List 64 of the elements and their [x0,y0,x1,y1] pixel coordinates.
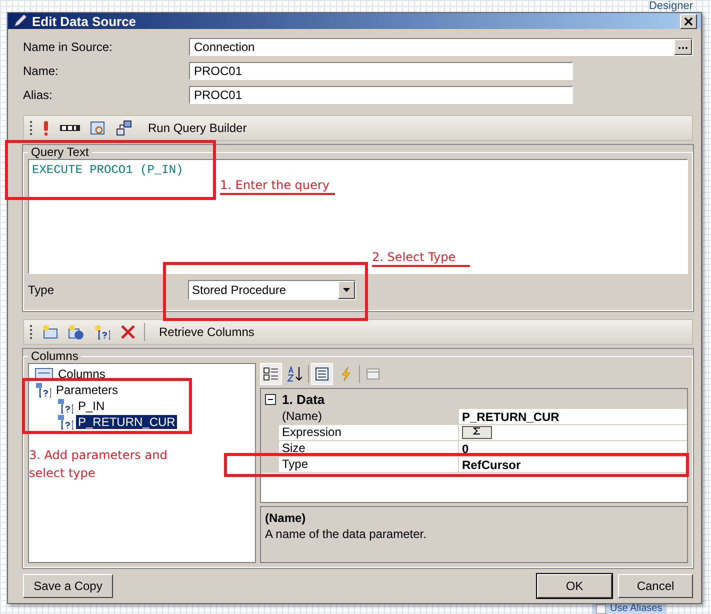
input-field[interactable]: PROC01 [189,62,573,80]
exclamation-icon [42,120,50,136]
pencil-icon [12,13,28,29]
connected-boxes-icon [116,120,132,136]
calculated-column-icon [68,324,84,340]
field-label: Name in Source: [23,40,114,54]
collapse-toggle-icon[interactable] [265,394,276,404]
sql-button[interactable] [58,122,82,134]
add-parameter-button[interactable] [92,324,112,340]
window-title: Edit Data Source [32,14,138,28]
browse-button[interactable] [674,39,692,55]
category-title: 1. Data [282,392,325,406]
sort-alphabetical-icon [287,366,303,382]
type-dropdown[interactable]: Stored Procedure [188,280,356,300]
description-title: (Name) [265,511,307,525]
tree-item[interactable]: P_RETURN_CUR [76,415,178,429]
sigma-icon [473,427,481,435]
ellipsis-icon [678,46,688,50]
type-label: Type [28,283,56,297]
property-name: Expression [279,425,459,441]
run-query-builder-button[interactable]: Run Query Builder [140,121,255,135]
tree-item[interactable]: P_IN [76,399,107,413]
new-column-icon [42,324,58,340]
close-icon [684,16,693,26]
columns-icon [35,368,53,380]
checkbox-label: Use Aliases [610,604,662,614]
categorized-list-icon [263,366,279,382]
input-field[interactable]: PROC01 [189,86,573,104]
add-calculated-column-button[interactable] [66,324,86,340]
dialog-button[interactable]: Cancel [618,574,693,598]
save-copy-button[interactable]: Save a Copy [23,574,113,598]
new-parameter-icon [94,324,110,340]
window-magnifier-icon [90,120,106,136]
parameter-icon [57,414,73,430]
close-button[interactable] [680,14,697,28]
tree-item[interactable]: Columns [56,367,108,381]
delete-button[interactable] [118,324,138,340]
expression-button[interactable] [462,426,492,439]
query-builder-button[interactable] [114,120,134,136]
description-text: A name of the data parameter. [265,527,428,541]
group-title: Columns [30,349,80,363]
properties-button[interactable] [311,363,333,385]
input-field[interactable]: Connection [189,38,693,56]
dropdown-arrow-icon [343,288,350,292]
parameter-icon [57,398,73,414]
background-header-text: Designer [648,0,693,12]
categorized-button[interactable] [260,363,282,385]
add-column-button[interactable] [40,324,60,340]
annotation-text: 3. Add parameters and select type [29,447,168,482]
parameter-icon [35,382,51,398]
window-icon [365,366,381,382]
property-name: Type [279,457,459,473]
group-title: Query Text [30,145,90,159]
annotation-text: 2. Select Type [372,250,470,267]
tree-item[interactable]: Parameters [54,383,120,397]
property-value[interactable]: 0 [462,442,469,456]
field-label: Name: [23,64,60,78]
delete-icon [120,324,136,340]
dialog-button[interactable]: OK [537,574,612,598]
field-label: Alias: [23,88,54,102]
retrieve-columns-button[interactable]: Retrieve Columns [151,325,262,339]
list-icon [314,366,330,382]
annotation-text: 1. Enter the query [220,178,335,195]
checkbox[interactable] [596,604,606,614]
